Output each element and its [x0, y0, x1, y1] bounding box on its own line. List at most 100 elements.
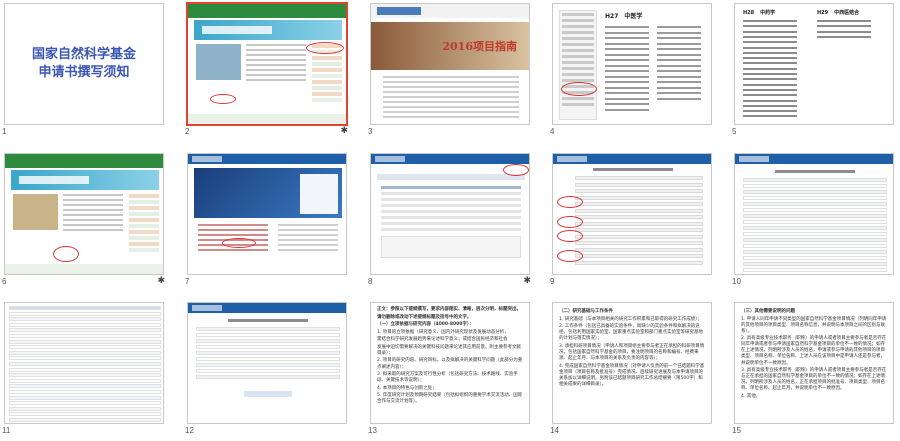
page-title — [775, 170, 855, 173]
slide-preview[interactable] — [734, 153, 894, 275]
slide-thumbnail[interactable]: 7 — [183, 150, 351, 297]
table-row — [9, 373, 161, 378]
slide-number: 14 — [550, 426, 559, 435]
slide-preview[interactable] — [187, 302, 347, 424]
slide-preview[interactable]: H28 中药学 H29 中西医结合 — [734, 3, 894, 125]
menu-item — [562, 13, 594, 16]
form-field — [575, 241, 703, 245]
slide-preview[interactable]: H27 中医学 — [552, 3, 712, 125]
animation-star-icon: ✱ — [340, 126, 348, 136]
menu-item — [562, 55, 594, 58]
slide-preview[interactable] — [186, 2, 348, 126]
slide-number: 4 — [550, 127, 555, 136]
menu-item — [562, 25, 594, 28]
code-entry — [817, 35, 871, 38]
code-entry — [605, 86, 649, 89]
slide-preview[interactable]: 2016项目指南 — [370, 3, 530, 125]
slide-preview[interactable] — [552, 153, 712, 275]
slide-thumbnail[interactable]: 8 ✱ — [366, 150, 534, 297]
slide-preview[interactable] — [187, 153, 347, 275]
code-entry — [743, 46, 797, 49]
slide-thumbnail[interactable]: H28 中药学 H29 中西医结合 5 — [730, 0, 898, 147]
slide-thumbnail[interactable]: （三）其他需要说明的问题 1. 申请人同年申请不同类型的国家自然科学基金项目情况（… — [730, 299, 898, 441]
notice-line — [278, 234, 338, 236]
table-row — [9, 418, 161, 422]
sidebar-link — [312, 56, 342, 60]
slide-number: 2 — [185, 127, 190, 136]
table-row — [196, 351, 340, 355]
slide-thumbnail[interactable]: 6 ✱ — [0, 150, 168, 297]
slide-thumbnail[interactable]: 国家自然科学基金 申请书撰写须知 1 — [0, 0, 168, 147]
code-entry — [743, 51, 797, 54]
slide-thumbnail[interactable]: 12 — [183, 299, 351, 441]
highlight-circle — [557, 250, 583, 262]
slide-preview[interactable] — [4, 302, 164, 424]
slide-thumbnail[interactable]: H27 中医学 4 — [548, 0, 716, 147]
table-row — [743, 178, 887, 182]
title-slide: 国家自然科学基金 申请书撰写须知 — [5, 4, 163, 124]
code-entry — [605, 26, 649, 28]
slide-preview[interactable]: 国家自然科学基金 申请书撰写须知 — [4, 3, 164, 125]
code-entry — [605, 92, 649, 94]
highlight-circle — [306, 42, 344, 54]
code-entry — [657, 31, 701, 34]
slide-subtitle: 申请书撰写须知 — [38, 65, 130, 80]
slide-thumbnail[interactable]: （二）研究基础与工作条件 1. 研究基础（与本项目相关的研究工作积累和已取得的研究… — [548, 299, 716, 441]
news-line — [246, 64, 306, 66]
form-row — [381, 216, 521, 219]
table-row — [196, 375, 340, 379]
form-field — [575, 254, 703, 258]
code-entry — [743, 104, 797, 107]
code-entry — [657, 26, 701, 28]
slide-preview[interactable]: 正文：参照以下提纲撰写，要求内容翔实、清晰，层次分明，标题突出。 请勿删除或改动下… — [370, 302, 530, 424]
nav-tabs — [377, 174, 525, 180]
sidebar-link — [312, 98, 342, 102]
slide-thumbnail[interactable]: 9 — [548, 150, 716, 297]
table-row — [196, 333, 340, 337]
code-entry — [657, 59, 701, 61]
sidebar-link — [129, 212, 159, 216]
slide-preview[interactable] — [370, 153, 530, 275]
table-row — [9, 350, 161, 355]
slide-sorter: 国家自然科学基金 申请书撰写须知 1 2 ✱ 2016项目指南 3 H27 中医学 4 H28 中药学… — [0, 0, 900, 441]
news-line — [246, 49, 306, 51]
news-line — [63, 194, 123, 196]
action-buttons — [244, 391, 292, 397]
notice-line — [278, 224, 338, 226]
slide-preview[interactable]: （三）其他需要说明的问题 1. 申请人同年申请不同类型的国家自然科学基金项目情况（… — [734, 302, 894, 424]
slide-thumbnail[interactable]: 2 ✱ — [183, 0, 351, 147]
discipline-code: H29 — [817, 10, 829, 16]
body-paragraph: 请勿删除或改动下述提纲标题及括号中的文字。 — [377, 314, 472, 320]
slide-thumbnail[interactable]: 2016项目指南 3 — [366, 0, 534, 147]
slide-thumbnail[interactable]: 正文：参照以下提纲撰写，要求内容翔实、清晰，层次分明，标题突出。 请勿删除或改动下… — [366, 299, 534, 441]
slide-thumbnail[interactable]: 10 — [730, 150, 898, 297]
sidebar-link — [129, 224, 159, 228]
site-logo-icon — [557, 156, 587, 162]
slide-body-text: 正文：参照以下提纲撰写，要求内容翔实、清晰，层次分明，标题突出。 请勿删除或改动下… — [371, 303, 529, 409]
body-paragraph: 正文：参照以下提纲撰写，要求内容翔实、清晰，层次分明，标题突出。 — [377, 307, 521, 312]
table-row — [9, 311, 161, 316]
guide-banner: 2016项目指南 — [371, 22, 529, 70]
body-paragraph: （三）其他需要说明的问题 — [741, 309, 795, 314]
form-field — [575, 208, 703, 213]
form-row — [381, 222, 521, 225]
site-logo-icon — [192, 156, 222, 162]
footer-bar — [5, 264, 163, 274]
slide-preview[interactable]: （二）研究基础与工作条件 1. 研究基础（与本项目相关的研究工作积累和已取得的研究… — [552, 302, 712, 424]
table-row — [743, 196, 887, 200]
slide-thumbnail[interactable]: 11 — [0, 299, 168, 441]
body-paragraph: 发展中迫切需要解决的关键科技问题来论述其应用前景。附主要参考文献目录）； — [377, 344, 521, 356]
code-entry — [743, 20, 797, 22]
slide-preview[interactable] — [4, 153, 164, 275]
highlight-circle — [561, 82, 597, 96]
page-title — [228, 319, 308, 322]
sidebar-link — [312, 80, 342, 84]
form-field — [575, 221, 703, 226]
code-entry — [743, 30, 797, 33]
table-row — [196, 363, 340, 367]
sidebar-link — [129, 218, 159, 222]
sidebar-link — [129, 206, 159, 210]
form-row — [381, 228, 521, 231]
form-field — [575, 176, 703, 180]
form-field — [575, 182, 703, 187]
